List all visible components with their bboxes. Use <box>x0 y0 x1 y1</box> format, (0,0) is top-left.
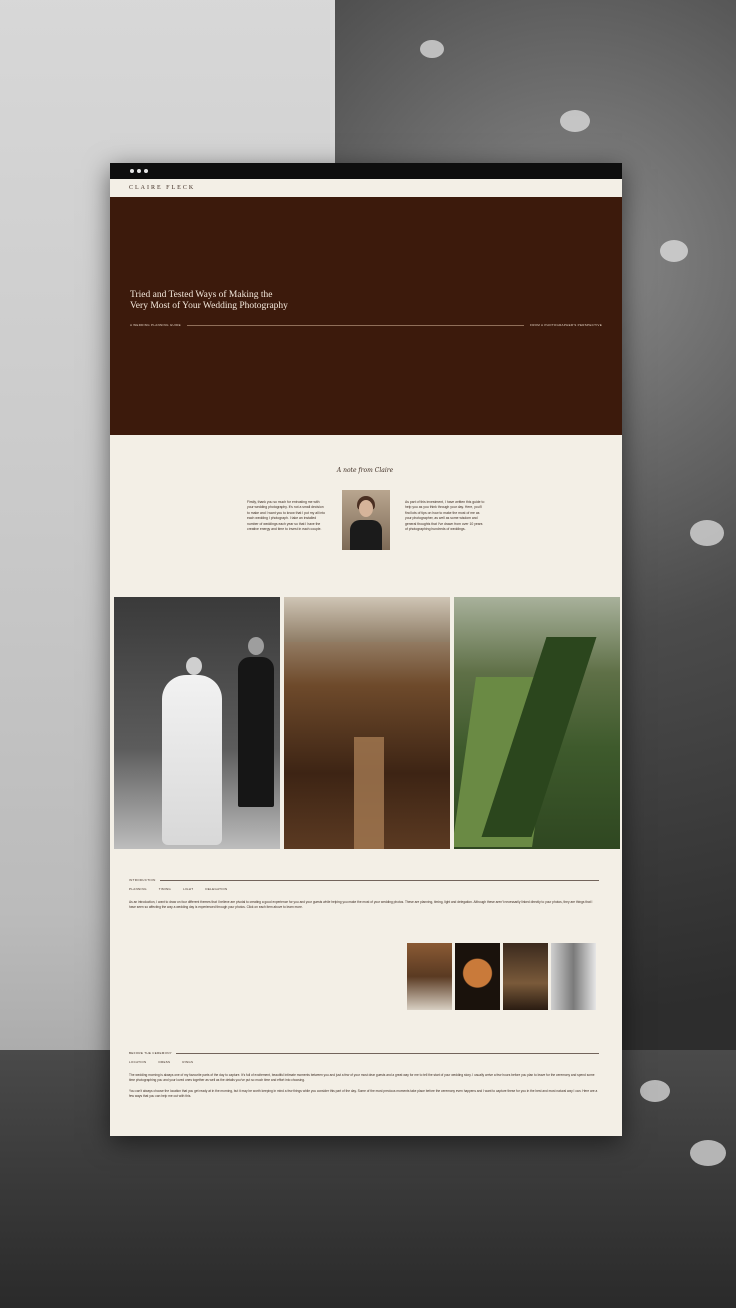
tab-rings[interactable]: RINGS <box>182 1060 193 1064</box>
section-heading-row: INTRODUCTION <box>129 878 599 882</box>
intro-paragraph: As an introduction, I want to draw on fo… <box>129 900 593 909</box>
thumbnail-photo <box>407 943 452 1010</box>
site-logo[interactable]: CLAIRE FLECK <box>129 185 195 191</box>
flower <box>560 110 590 132</box>
tab-location[interactable]: LOCATION <box>129 1060 147 1064</box>
window-title-bar <box>110 163 622 179</box>
flower <box>690 1140 726 1166</box>
thumbnail-photo <box>551 943 596 1010</box>
section-label: BEFORE THE CEREMONY <box>129 1051 172 1055</box>
hero-banner: Tried and Tested Ways of Making the Very… <box>110 197 622 435</box>
window-dot-icon[interactable] <box>137 169 141 173</box>
note-left-text: Firstly, thank you so much for entrustin… <box>247 500 326 532</box>
site-header: CLAIRE FLECK <box>110 179 622 197</box>
hero-title: Tried and Tested Ways of Making the Very… <box>130 290 430 312</box>
flower <box>420 40 444 58</box>
father-head <box>248 637 264 655</box>
section-divider <box>159 879 599 881</box>
flower <box>640 1080 670 1102</box>
hero-meta-left: A WEDDING PLANNING GUIDE <box>130 323 181 327</box>
note-right-text: As part of this investment, I have writt… <box>405 500 485 532</box>
tab-delegation[interactable]: DELEGATION <box>205 887 227 891</box>
garden-photo <box>454 597 620 849</box>
hero-meta-row: A WEDDING PLANNING GUIDE FROM A PHOTOGRA… <box>130 321 602 329</box>
section-tabs: PLANNING TIMING LIGHT DELEGATION <box>129 887 599 891</box>
section-divider <box>175 1052 599 1054</box>
introduction-section: INTRODUCTION PLANNING TIMING LIGHT DELEG… <box>129 878 599 910</box>
section-label: INTRODUCTION <box>129 878 156 882</box>
hero-meta-right: FROM A PHOTOGRAPHER'S PERSPECTIVE <box>530 323 602 327</box>
tab-light[interactable]: LIGHT <box>183 887 193 891</box>
ceremony-paragraph: You can’t always choose the location tha… <box>129 1089 598 1098</box>
note-title: A note from Claire <box>336 467 394 474</box>
ceremony-section: BEFORE THE CEREMONY LOCATION DRESS RINGS… <box>129 1051 599 1099</box>
flower <box>690 520 724 546</box>
bride-father-photo <box>114 597 280 849</box>
ceremony-aisle <box>354 737 384 849</box>
father-suit <box>238 657 274 807</box>
section-tabs: LOCATION DRESS RINGS <box>129 1060 599 1064</box>
hero-divider <box>186 324 525 326</box>
portrait-body <box>350 520 382 550</box>
section-heading-row: BEFORE THE CEREMONY <box>129 1051 599 1055</box>
browser-window: CLAIRE FLECK Tried and Tested Ways of Ma… <box>110 163 622 1136</box>
ceremony-paragraph: The wedding morning is always one of my … <box>129 1073 595 1082</box>
library-ceremony-photo <box>284 597 450 849</box>
window-dot-icon[interactable] <box>144 169 148 173</box>
tab-planning[interactable]: PLANNING <box>129 887 147 891</box>
photo-gallery <box>114 597 620 849</box>
thumbnail-photo <box>455 943 500 1010</box>
hero-title-line: Very Most of Your Wedding Photography <box>130 301 288 311</box>
thumbnail-strip <box>407 943 596 1010</box>
flower <box>660 240 688 262</box>
tab-dress[interactable]: DRESS <box>159 1060 171 1064</box>
window-dot-icon[interactable] <box>130 169 134 173</box>
claire-portrait <box>342 490 390 550</box>
bride-head <box>186 657 202 675</box>
hero-title-line: Tried and Tested Ways of Making the <box>130 290 273 300</box>
bride-dress <box>162 675 222 845</box>
tab-timing[interactable]: TIMING <box>159 887 171 891</box>
portrait-head <box>359 500 373 517</box>
thumbnail-photo <box>503 943 548 1010</box>
library-ceiling <box>284 597 450 642</box>
